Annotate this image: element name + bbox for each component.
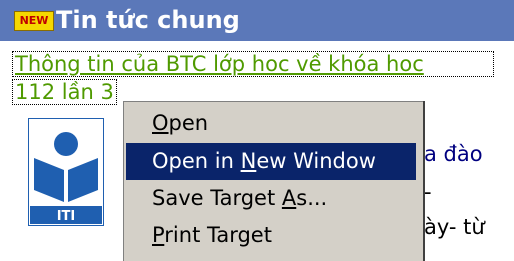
new-badge: NEW (14, 11, 54, 31)
section-header: NEW Tin tức chung (0, 0, 514, 41)
menu-item-open[interactable]: Open (126, 105, 416, 142)
partial-text-2: - (424, 180, 432, 204)
section-title: Tin tức chung (56, 6, 240, 34)
partial-text-1: a đào (424, 142, 483, 166)
menu-item-open-new-window[interactable]: Open in New Window (126, 143, 416, 180)
menu-item-print-target[interactable]: Print Target (126, 217, 416, 254)
news-link[interactable]: Thông tin của BTC lớp hoc về khóa hoc 11… (12, 51, 494, 105)
logo-text: ITI (57, 209, 76, 224)
partial-text-3: ày- từ (424, 215, 485, 239)
context-menu: Open Open in New Window Save Target As..… (121, 99, 423, 261)
iti-logo: ITI (27, 117, 105, 227)
menu-item-save-target-as[interactable]: Save Target As... (126, 180, 416, 217)
news-link-line1[interactable]: Thông tin của BTC lớp hoc về khóa hoc (12, 51, 494, 77)
news-link-line2[interactable]: 112 lần 3 (12, 79, 117, 105)
